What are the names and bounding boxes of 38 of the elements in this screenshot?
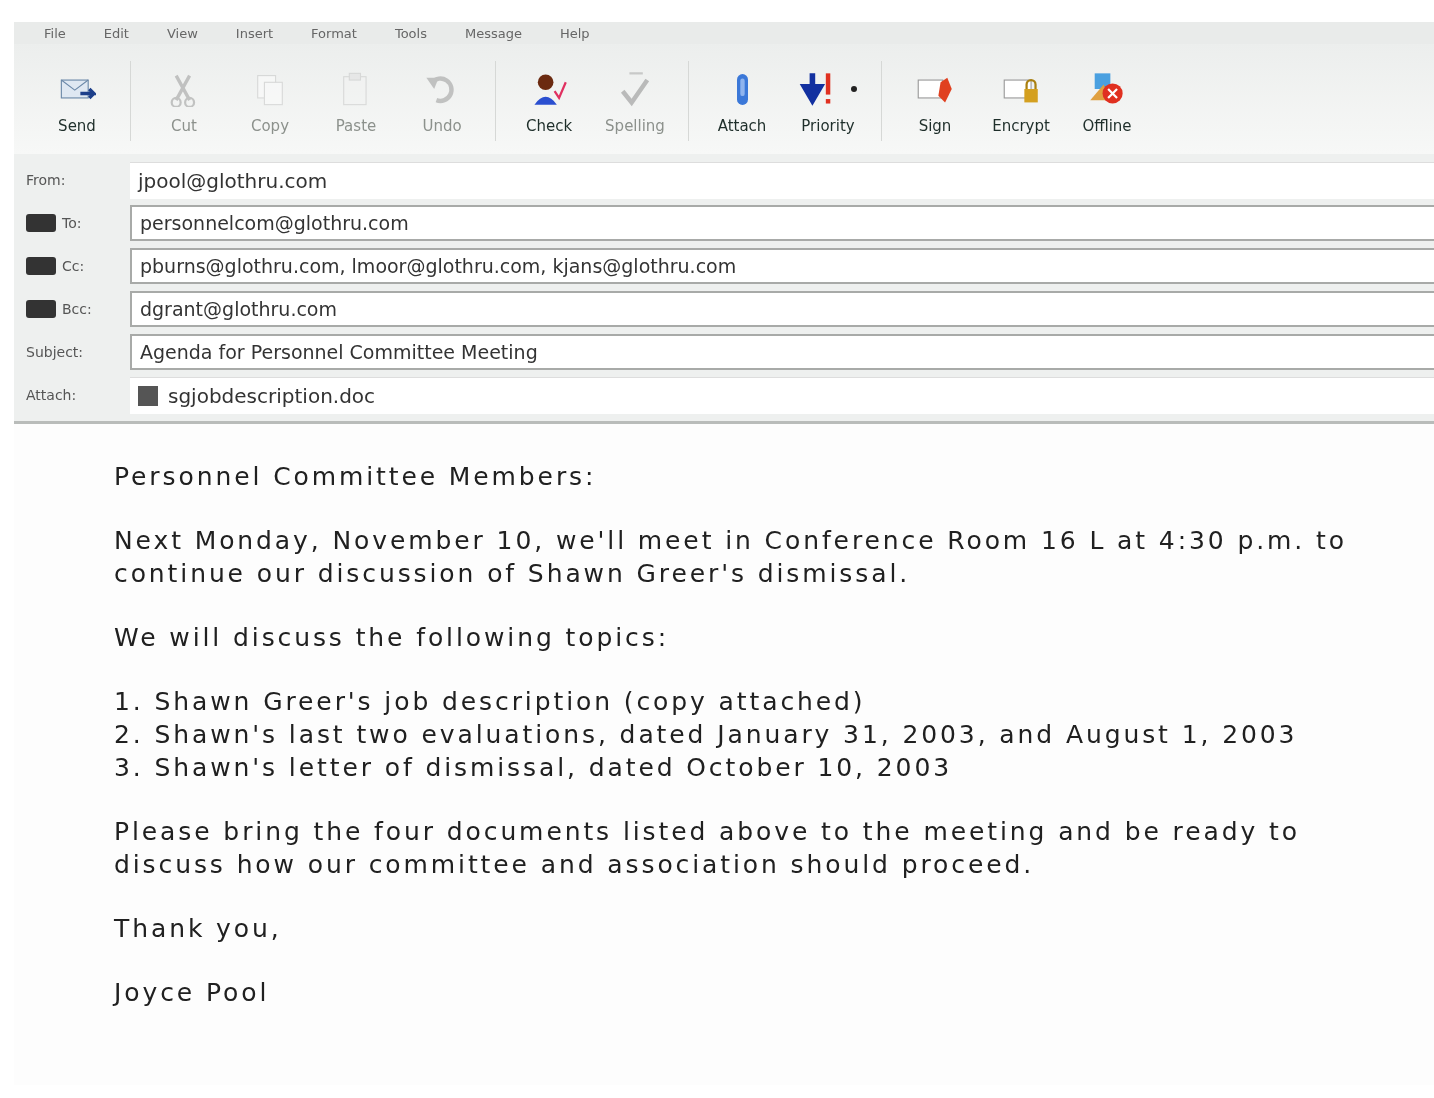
input-field[interactable]: personnelcom@glothru.com: [130, 205, 1434, 241]
input-field[interactable]: pburns@glothru.com, lmoor@glothru.com, kjans@glothru.com: [130, 248, 1434, 284]
menu-item[interactable]: Edit: [103, 25, 129, 41]
field-label: Subject:: [26, 344, 84, 360]
list-item: 2. Shawn's last two evaluations, dated January 31, 2003, and August 1, 2003: [114, 719, 1299, 751]
menu-item[interactable]: File: [44, 25, 66, 41]
body-paragraph: Next Monday, November 10, we'll meet in Conference Room 16 L at 4:30 p.m. to continue our discussion of Shawn Greer's dismissal.: [114, 525, 1348, 590]
menu-item[interactable]: Message: [464, 25, 522, 41]
menu-item[interactable]: Insert: [235, 25, 274, 41]
menu-item[interactable]: Tools: [394, 25, 427, 41]
paperclip-icon: [736, 73, 748, 105]
body-paragraph: Personnel Committee Members:: [114, 461, 598, 493]
input-field[interactable]: jpool@glothru.com: [130, 161, 1434, 199]
toolbar-button[interactable]: Offline: [1064, 65, 1150, 137]
body-paragraph: Thank you,: [114, 913, 283, 945]
body-paragraph: Please bring the four documents listed above to the meeting and be ready to discuss how our committee and association should proceed.: [114, 816, 1301, 881]
toolbar-button[interactable]: Priority: [785, 65, 871, 137]
toolbar-button[interactable]: Sign: [892, 65, 978, 137]
body-paragraph: Joyce Pool: [114, 977, 271, 1009]
menu-item[interactable]: View: [166, 25, 198, 41]
toolbar-button[interactable]: Encrypt: [978, 65, 1064, 137]
field-label: To:: [62, 215, 82, 231]
toolbar-button[interactable]: Send: [34, 65, 120, 137]
list-item: 3. Shawn's letter of dismissal, dated October 10, 2003: [114, 752, 953, 784]
toolbar-button[interactable]: Check: [506, 65, 592, 137]
offline-icon: [1088, 71, 1126, 107]
list-item: 1. Shawn Greer's job description (copy attached): [114, 686, 867, 718]
attachment-field[interactable]: sgjobdescription.doc: [130, 376, 1434, 414]
field-label: From:: [26, 172, 66, 188]
toolbar-button[interactable]: Attach: [699, 65, 785, 137]
menu-item[interactable]: Format: [311, 25, 357, 41]
field-label: Attach:: [26, 387, 77, 403]
field-label: Bcc:: [62, 301, 92, 317]
input-field[interactable]: dgrant@glothru.com: [130, 291, 1434, 327]
body-paragraph: We will discuss the following topics:: [114, 622, 670, 654]
field-label: Cc:: [62, 258, 85, 274]
menu-item[interactable]: Help: [559, 25, 590, 41]
input-field[interactable]: Agenda for Personnel Committee Meeting: [130, 334, 1434, 370]
